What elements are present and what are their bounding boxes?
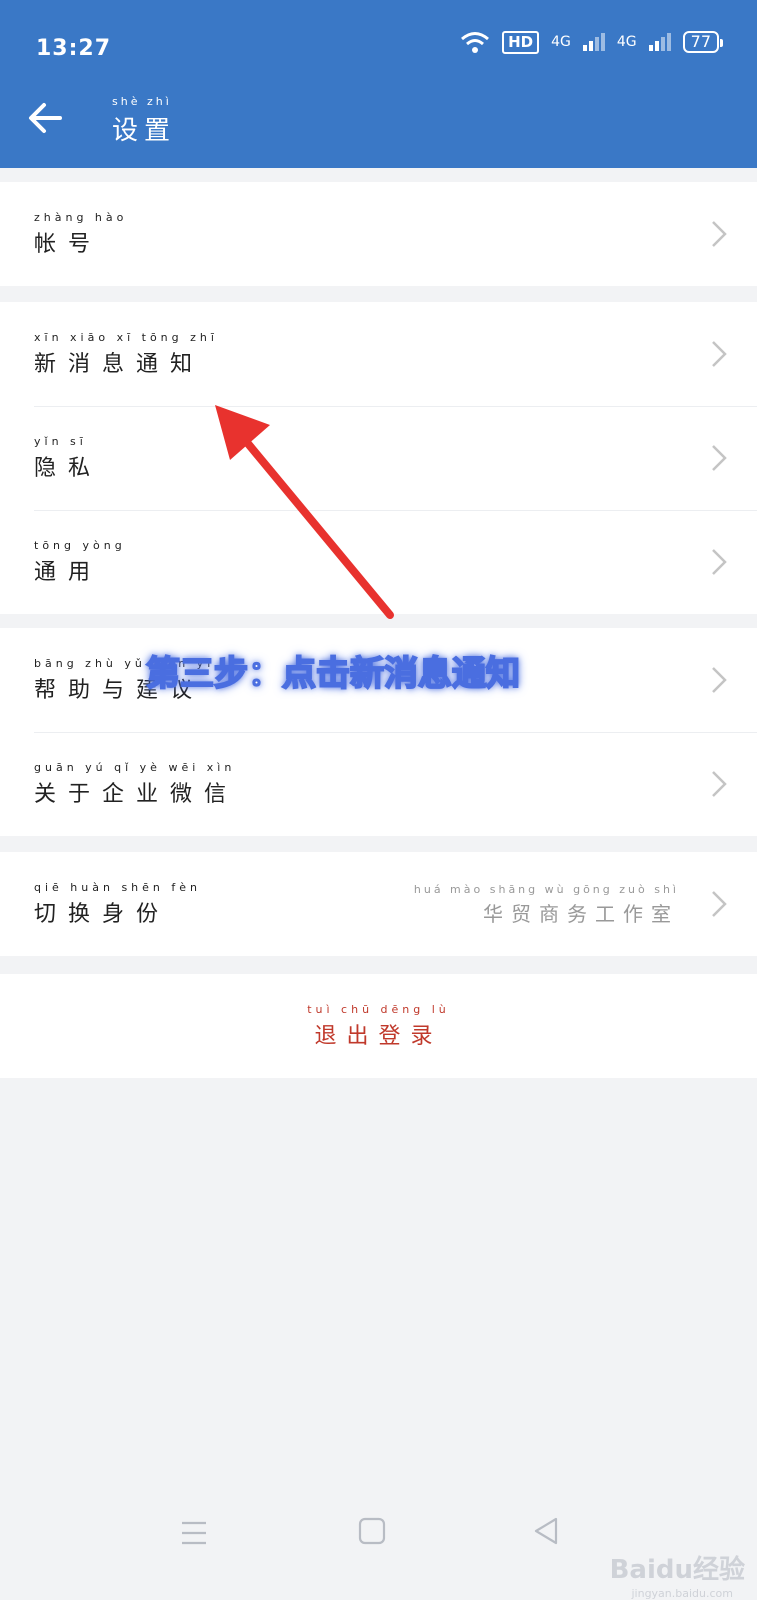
settings-item-new-message-notification[interactable]: xīn xiāo xī tōng zhī 新消息通知 bbox=[0, 302, 757, 406]
settings-item-text: 新消息通知 bbox=[34, 352, 205, 377]
watermark-url: jingyan.baidu.com bbox=[631, 1587, 733, 1600]
logout-label: tuì chū dēng lù 退出登录 bbox=[307, 1004, 450, 1050]
settings-item-text: 通用 bbox=[34, 560, 103, 585]
wifi-icon bbox=[461, 32, 490, 53]
settings-item-text: 关于企业微信 bbox=[34, 782, 239, 807]
page-title: shè zhì 设置 bbox=[112, 96, 176, 147]
settings-item-pinyin: qiē huàn shēn fèn bbox=[34, 881, 202, 894]
settings-item-label: tōng yòng 通用 bbox=[34, 540, 126, 586]
settings-item-text: 隐私 bbox=[34, 456, 103, 481]
status-time: 13:27 bbox=[36, 36, 112, 61]
chevron-right-icon bbox=[712, 221, 727, 247]
logout-pinyin: tuì chū dēng lù bbox=[307, 1003, 450, 1016]
settings-item-label: xīn xiāo xī tōng zhī 新消息通知 bbox=[34, 332, 218, 378]
signal-icon bbox=[582, 33, 605, 51]
home-icon[interactable] bbox=[358, 1516, 386, 1546]
chevron-right-icon bbox=[712, 891, 727, 917]
settings-item-pinyin: zhàng hào bbox=[34, 211, 128, 224]
watermark-brand: Baidu经验 bbox=[609, 1555, 745, 1585]
settings-item-label: yǐn sī 隐私 bbox=[34, 436, 102, 482]
settings-item-label: zhàng hào 帐号 bbox=[34, 212, 127, 258]
settings-item-pinyin: xīn xiāo xī tōng zhī bbox=[34, 331, 218, 344]
page-title-pinyin: shè zhì bbox=[112, 95, 172, 108]
battery-indicator: 77 bbox=[682, 31, 724, 53]
navigation-bar: shè zhì 设置 bbox=[0, 90, 757, 168]
status-bar: 13:27 HD 4G 4G 77 bbox=[0, 0, 757, 90]
settings-group-identity: qiē huàn shēn fèn 切换身份 huá mào shāng wù … bbox=[0, 852, 757, 956]
settings-item-pinyin: tōng yòng bbox=[34, 539, 126, 552]
logout-text: 退出登录 bbox=[314, 1024, 443, 1049]
network-label-1: 4G bbox=[551, 34, 571, 50]
settings-item-text: 帐号 bbox=[34, 232, 103, 257]
status-icons: HD 4G 4G 77 bbox=[460, 30, 724, 54]
chevron-right-icon bbox=[712, 445, 727, 471]
settings-item-label: guān yú qǐ yè wēi xìn 关于企业微信 bbox=[34, 762, 238, 808]
back-triangle-icon[interactable] bbox=[532, 1516, 560, 1546]
current-identity-pinyin: huá mào shāng wù gōng zuò shì bbox=[413, 883, 679, 896]
network-label-2: 4G bbox=[616, 34, 637, 50]
chevron-right-icon bbox=[712, 341, 727, 367]
chevron-right-icon bbox=[712, 771, 727, 797]
system-navigation-bar: Baidu经验 jingyan.baidu.com bbox=[0, 1500, 757, 1600]
settings-item-switch-identity[interactable]: qiē huàn shēn fèn 切换身份 huá mào shāng wù … bbox=[0, 852, 757, 956]
back-arrow-icon[interactable] bbox=[26, 98, 66, 138]
menu-icon[interactable] bbox=[180, 1520, 208, 1546]
page-title-text: 设置 bbox=[112, 116, 177, 146]
settings-item-about[interactable]: guān yú qǐ yè wēi xìn 关于企业微信 bbox=[0, 732, 757, 836]
current-identity-value: huá mào shāng wù gōng zuò shì 华贸商务工作室 bbox=[414, 884, 679, 927]
chevron-right-icon bbox=[712, 549, 727, 575]
settings-item-pinyin: yǐn sī bbox=[34, 435, 87, 448]
settings-item-label: qiē huàn shēn fèn 切换身份 bbox=[34, 882, 201, 928]
tutorial-caption: 第三步：点击新消息通知 bbox=[145, 653, 521, 695]
logout-button[interactable]: tuì chū dēng lù 退出登录 bbox=[0, 974, 757, 1078]
settings-item-pinyin: guān yú qǐ yè wēi xìn bbox=[34, 761, 236, 774]
signal-icon-2 bbox=[648, 33, 671, 51]
current-identity-text: 华贸商务工作室 bbox=[483, 902, 679, 926]
hd-badge: HD bbox=[502, 30, 540, 54]
settings-item-account[interactable]: zhàng hào 帐号 bbox=[0, 182, 757, 286]
tutorial-arrow-icon bbox=[215, 405, 394, 619]
settings-item-text: 切换身份 bbox=[34, 902, 171, 927]
settings-group-account: zhàng hào 帐号 bbox=[0, 182, 757, 286]
chevron-right-icon bbox=[712, 667, 727, 693]
